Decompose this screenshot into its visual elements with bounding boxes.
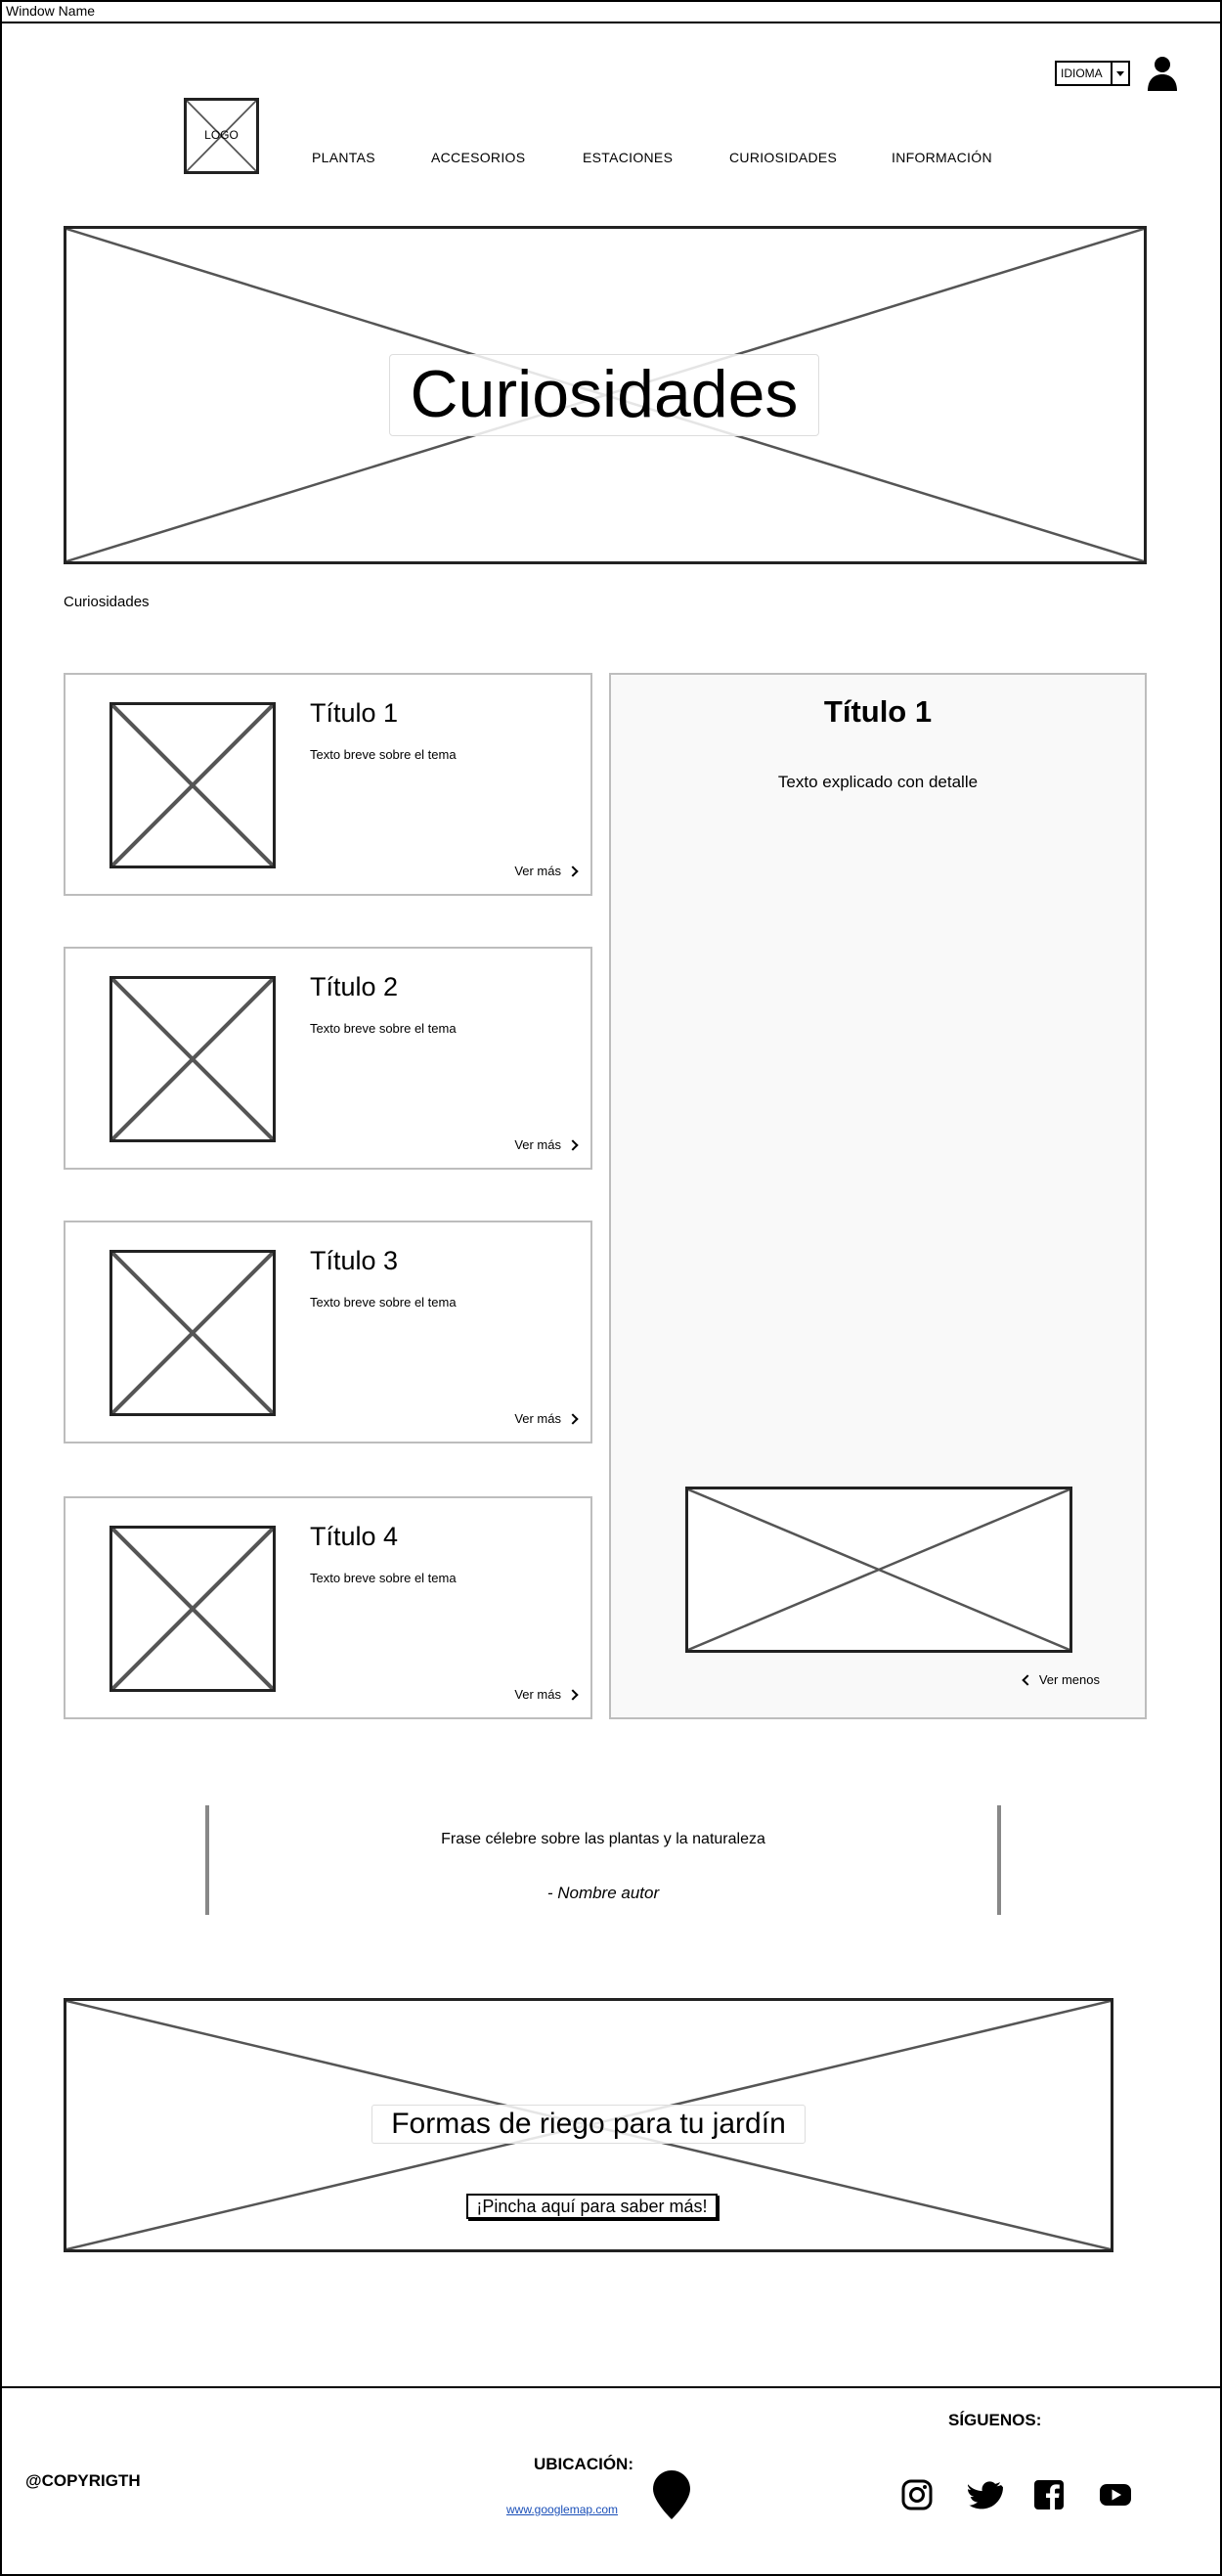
- detail-title: Título 1: [823, 694, 933, 729]
- see-more-link[interactable]: Ver más: [514, 1411, 579, 1426]
- more-info-button[interactable]: ¡Pincha aquí para saber más!: [466, 2194, 718, 2219]
- chevron-right-icon: [567, 1412, 579, 1425]
- card-image: [109, 1250, 276, 1416]
- logo[interactable]: LOGO: [184, 98, 259, 174]
- card-title: Título 2: [310, 972, 399, 1001]
- see-more-link[interactable]: Ver más: [514, 1137, 579, 1152]
- card-image: [109, 702, 276, 868]
- card-text: Texto breve sobre el tema: [310, 1295, 457, 1310]
- instagram-icon[interactable]: [899, 2477, 935, 2512]
- window-title: Window Name: [0, 0, 1222, 23]
- detail-text: Texto explicado con detalle: [777, 773, 979, 791]
- card-text: Texto breve sobre el tema: [310, 1571, 457, 1585]
- footer-divider: [0, 2386, 1222, 2388]
- card-title: Título 4: [310, 1522, 399, 1551]
- follow-label: SÍGUENOS:: [948, 2411, 1042, 2429]
- map-link[interactable]: www.googlemap.com: [506, 2503, 618, 2516]
- see-more-label: Ver más: [514, 864, 561, 878]
- card-image: [109, 976, 276, 1142]
- see-more-link[interactable]: Ver más: [514, 1687, 579, 1702]
- card-title: Título 3: [310, 1246, 399, 1275]
- copyright: @COPYRIGTH: [25, 2471, 141, 2490]
- youtube-icon[interactable]: [1098, 2477, 1133, 2512]
- quote-text: Frase célebre sobre las plantas y la nat…: [441, 1831, 765, 1847]
- logo-text: LOGO: [204, 128, 239, 142]
- breadcrumb[interactable]: Curiosidades: [64, 594, 150, 610]
- language-select[interactable]: IDIOMA: [1055, 61, 1130, 86]
- card-3: Título 3 Texto breve sobre el tema Ver m…: [64, 1221, 592, 1443]
- twitter-icon[interactable]: [968, 2477, 1003, 2512]
- card-image: [109, 1526, 276, 1692]
- card-text: Texto breve sobre el tema: [310, 1021, 457, 1036]
- chevron-right-icon: [567, 1688, 579, 1701]
- see-more-label: Ver más: [514, 1137, 561, 1152]
- chevron-down-icon: [1111, 63, 1128, 84]
- detail-panel: Título 1 Texto explicado con detalle Ver…: [609, 673, 1147, 1719]
- card-1: Título 1 Texto breve sobre el tema Ver m…: [64, 673, 592, 896]
- chevron-left-icon: [1022, 1673, 1033, 1686]
- quote-bar-right: [997, 1805, 1001, 1915]
- nav-curiosidades[interactable]: CURIOSIDADES: [729, 150, 837, 165]
- location-pin-icon[interactable]: [653, 2470, 690, 2519]
- quote-author: - Nombre autor: [546, 1884, 660, 1902]
- see-more-link[interactable]: Ver más: [514, 864, 579, 878]
- nav-accesorios[interactable]: ACCESORIOS: [431, 150, 525, 165]
- card-text: Texto breve sobre el tema: [310, 747, 457, 762]
- card-2: Título 2 Texto breve sobre el tema Ver m…: [64, 947, 592, 1170]
- see-more-label: Ver más: [514, 1411, 561, 1426]
- user-icon[interactable]: [1147, 56, 1178, 91]
- see-less-link[interactable]: Ver menos: [1022, 1672, 1100, 1687]
- chevron-right-icon: [567, 1138, 579, 1151]
- see-more-label: Ver más: [514, 1687, 561, 1702]
- nav-informacion[interactable]: INFORMACIÓN: [892, 150, 992, 165]
- detail-image: [685, 1487, 1072, 1653]
- facebook-icon[interactable]: [1031, 2477, 1067, 2512]
- nav-estaciones[interactable]: ESTACIONES: [583, 150, 673, 165]
- hero-title: Curiosidades: [389, 354, 819, 436]
- see-less-label: Ver menos: [1038, 1672, 1100, 1687]
- language-label: IDIOMA: [1061, 67, 1103, 80]
- location-label: UBICACIÓN:: [534, 2455, 633, 2473]
- card-title: Título 1: [310, 698, 399, 728]
- chevron-right-icon: [567, 865, 579, 877]
- nav-plantas[interactable]: PLANTAS: [312, 150, 375, 165]
- card-4: Título 4 Texto breve sobre el tema Ver m…: [64, 1496, 592, 1719]
- promo-title: Formas de riego para tu jardín: [371, 2105, 806, 2144]
